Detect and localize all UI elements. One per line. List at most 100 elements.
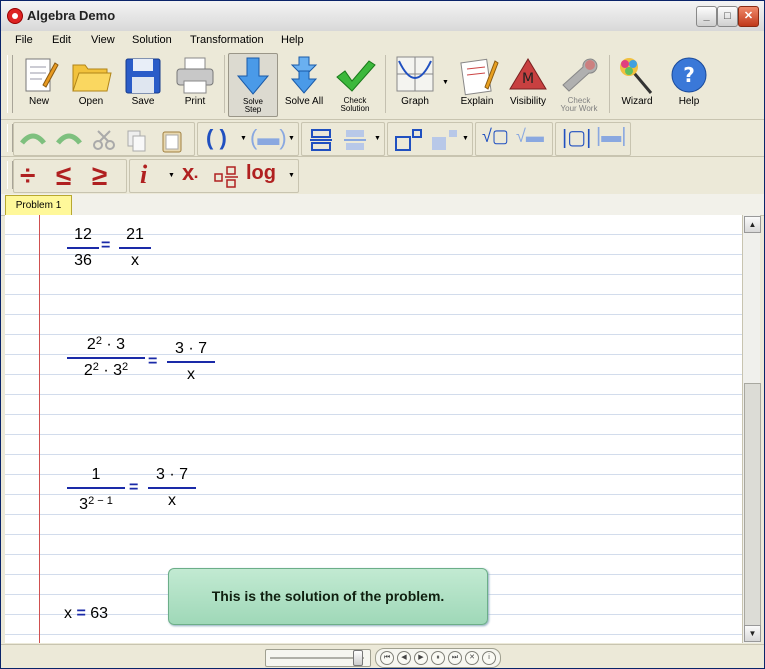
- edit-toolbar: ( ) ▼ (▬) ▼ ▼ ▼ √▢ √▬ |▢| |▬|: [1, 120, 764, 157]
- toolbar-separator: [609, 55, 610, 113]
- fraction-bar: [119, 247, 151, 249]
- menu-transformation[interactable]: Transformation: [190, 34, 264, 46]
- fraction-icon[interactable]: [308, 129, 334, 151]
- redo-icon[interactable]: [54, 129, 84, 149]
- graph-button[interactable]: Graph: [389, 53, 441, 115]
- menu-solution[interactable]: Solution: [132, 34, 172, 46]
- step3-left-denominator: 32 − 1: [67, 495, 125, 515]
- tab-problem-1[interactable]: Problem 1: [5, 195, 72, 215]
- double-down-arrow-icon: [290, 56, 318, 94]
- wizard-button[interactable]: Wizard: [613, 53, 661, 115]
- first-step-icon[interactable]: ⏮: [380, 651, 394, 665]
- copy-icon[interactable]: [126, 129, 148, 153]
- undo-icon[interactable]: [18, 129, 48, 149]
- superscript-alt-icon[interactable]: [430, 129, 460, 151]
- svg-text:M: M: [522, 71, 534, 87]
- step1-right-denominator: x: [131, 252, 139, 269]
- last-step-icon[interactable]: ⏭: [448, 651, 462, 665]
- previous-step-icon[interactable]: ◀: [397, 651, 411, 665]
- solve-step-button[interactable]: Solve Step: [228, 53, 278, 117]
- italic-dropdown-icon[interactable]: ▼: [168, 172, 175, 179]
- less-or-equal-icon[interactable]: ≤: [56, 160, 71, 192]
- fraction-alt-icon[interactable]: [342, 129, 368, 151]
- nth-root-icon[interactable]: √▬: [516, 126, 544, 147]
- save-button[interactable]: Save: [119, 53, 167, 115]
- print-label: Print: [184, 96, 206, 107]
- italic-icon[interactable]: i: [140, 160, 147, 190]
- parentheses-dropdown-icon[interactable]: ▼: [240, 135, 247, 142]
- check-work-button[interactable]: Check Your Work: [555, 53, 603, 115]
- step1-left-fraction[interactable]: 12 36: [67, 225, 99, 271]
- step1-right-fraction[interactable]: 21 x: [119, 225, 151, 271]
- variable-icon[interactable]: x▪: [182, 160, 198, 186]
- visibility-button[interactable]: M Visibility: [504, 53, 552, 115]
- help-button[interactable]: ? Help: [665, 53, 713, 115]
- check-work-label-2: Your Work: [560, 104, 598, 113]
- minimize-button[interactable]: _: [696, 6, 717, 27]
- paste-clipboard-icon[interactable]: [160, 129, 184, 153]
- fraction-dropdown-icon[interactable]: ▼: [374, 135, 381, 142]
- log-dropdown-icon[interactable]: ▼: [288, 172, 295, 179]
- step2-left-fraction[interactable]: 22 · 3 22 · 32: [67, 335, 145, 381]
- close-button[interactable]: ✕: [738, 6, 759, 27]
- scroll-up-icon[interactable]: ▲: [744, 216, 761, 233]
- stop-icon[interactable]: ✕: [465, 651, 479, 665]
- cut-scissors-icon[interactable]: [92, 129, 116, 151]
- menu-edit[interactable]: Edit: [52, 34, 71, 46]
- vertical-scrollbar[interactable]: ▲ ▼: [742, 215, 761, 643]
- greater-or-equal-icon[interactable]: ≥: [92, 160, 107, 192]
- superscript-dropdown-icon[interactable]: ▼: [462, 135, 469, 142]
- edit-group: [13, 122, 195, 156]
- mixed-fraction-icon[interactable]: [214, 166, 240, 190]
- playback-controls: ⏮ ◀ ▶ ⏸ ⏭ ✕ i: [375, 648, 501, 668]
- log-icon[interactable]: log: [246, 162, 276, 185]
- scroll-down-icon[interactable]: ▼: [744, 625, 761, 642]
- final-answer[interactable]: x = 63: [64, 605, 108, 623]
- fraction-group: ▼: [301, 122, 385, 156]
- save-label: Save: [131, 96, 155, 107]
- play-icon[interactable]: ▶: [414, 651, 428, 665]
- graph-dropdown-icon[interactable]: ▼: [442, 79, 449, 86]
- step3-left-numerator: 1: [91, 466, 101, 483]
- bracket-dropdown-icon[interactable]: ▼: [288, 135, 295, 142]
- fraction-bar: [148, 487, 196, 489]
- step-slider-thumb[interactable]: [353, 650, 363, 666]
- toolbar-grip[interactable]: [7, 55, 13, 113]
- step3-exponent: 2 − 1: [88, 495, 113, 507]
- toolbar-separator: [224, 55, 225, 113]
- menu-help[interactable]: Help: [281, 34, 304, 46]
- step2-right-fraction[interactable]: 3 · 7 x: [167, 339, 215, 385]
- step2-den-exponent: 2: [92, 361, 99, 373]
- menu-file[interactable]: File: [15, 34, 33, 46]
- check-solution-button[interactable]: Check Solution: [331, 53, 379, 115]
- solve-all-button[interactable]: Solve All: [280, 53, 328, 115]
- pause-icon[interactable]: ⏸: [431, 651, 445, 665]
- help-question-icon: ?: [671, 57, 707, 93]
- fraction-bar: [67, 247, 99, 249]
- divide-icon[interactable]: ÷: [20, 160, 35, 192]
- step1-left-denominator: 36: [74, 252, 92, 269]
- step2-left-numerator: 22 · 3: [67, 335, 145, 355]
- square-root-icon[interactable]: √▢: [482, 126, 509, 147]
- bracket-box-icon[interactable]: (▬): [250, 125, 287, 151]
- operator-group: ÷ ≤ ≥: [13, 159, 127, 193]
- parentheses-icon[interactable]: ( ): [206, 125, 227, 151]
- scroll-thumb[interactable]: [744, 383, 761, 627]
- absolute-value-icon[interactable]: |▢|: [562, 125, 591, 150]
- absolute-value-alt-icon[interactable]: |▬|: [596, 125, 626, 148]
- menu-view[interactable]: View: [91, 34, 115, 46]
- graph-label: Graph: [401, 96, 429, 107]
- explain-button[interactable]: Explain: [453, 53, 501, 115]
- open-button[interactable]: Open: [67, 53, 115, 115]
- superscript-icon[interactable]: [394, 129, 424, 151]
- new-button[interactable]: New: [15, 53, 63, 115]
- step3-left-fraction[interactable]: 1 32 − 1: [67, 465, 125, 515]
- print-button[interactable]: Print: [171, 53, 219, 115]
- maximize-button[interactable]: □: [717, 6, 738, 27]
- app-logo-icon: [7, 8, 23, 24]
- step2-den-base: 2: [83, 362, 93, 379]
- info-icon[interactable]: i: [482, 651, 496, 665]
- visibility-label: Visibility: [510, 96, 546, 107]
- step3-right-fraction[interactable]: 3 · 7 x: [148, 465, 196, 511]
- title-bar[interactable]: Algebra Demo _ □ ✕: [1, 1, 764, 32]
